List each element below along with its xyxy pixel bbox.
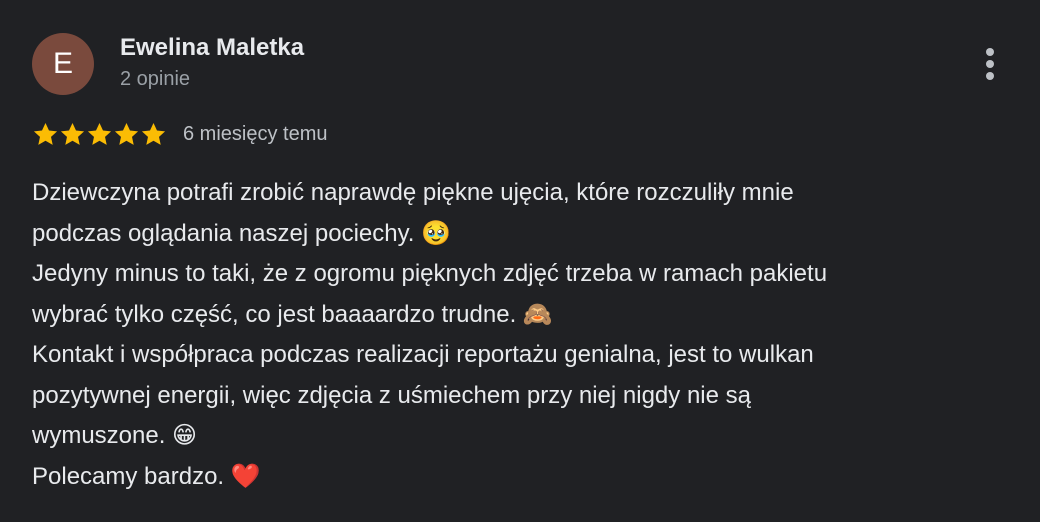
star-icon <box>33 122 58 145</box>
author-name[interactable]: Ewelina Maletka <box>120 34 304 62</box>
review-text-line: Polecamy bardzo. ❤️ <box>32 462 261 490</box>
review-text-line: pozytywnej energii, więc zdjęcia z uśmie… <box>32 381 751 409</box>
review-card: E Ewelina Maletka 2 opinie 6 miesięcy te… <box>0 0 1040 522</box>
more-vert-icon <box>986 72 994 80</box>
avatar[interactable]: E <box>32 33 94 95</box>
review-text-line: Dziewczyna potrafi zrobić naprawdę piękn… <box>32 179 794 206</box>
star-icon <box>60 122 85 145</box>
review-text-line: Jedyny minus to taki, że z ogromu piękny… <box>32 260 828 287</box>
more-vert-icon <box>986 60 994 68</box>
rating-row: 6 miesięcy temu <box>32 118 328 150</box>
review-text-line: wybrać tylko część, co jest baaaardzo tr… <box>32 300 553 328</box>
author-review-count: 2 opinie <box>120 68 191 90</box>
review-date: 6 miesięcy temu <box>183 122 328 145</box>
review-text-line: Kontakt i współpraca podczas realizacji … <box>32 341 814 368</box>
star-icon <box>141 122 166 145</box>
more-options-button[interactable] <box>972 42 1008 86</box>
avatar-letter: E <box>52 47 73 80</box>
review-text-line: wymuszone. 😁 <box>32 422 198 449</box>
review-text: Dziewczyna potrafi zrobić naprawdę piękn… <box>32 173 992 497</box>
star-icon <box>87 122 112 145</box>
review-text-line: podczas oglądania naszej pociechy. 🥹 <box>32 219 452 247</box>
star-rating <box>32 121 167 148</box>
star-icon <box>114 122 139 145</box>
more-vert-icon <box>986 48 994 56</box>
